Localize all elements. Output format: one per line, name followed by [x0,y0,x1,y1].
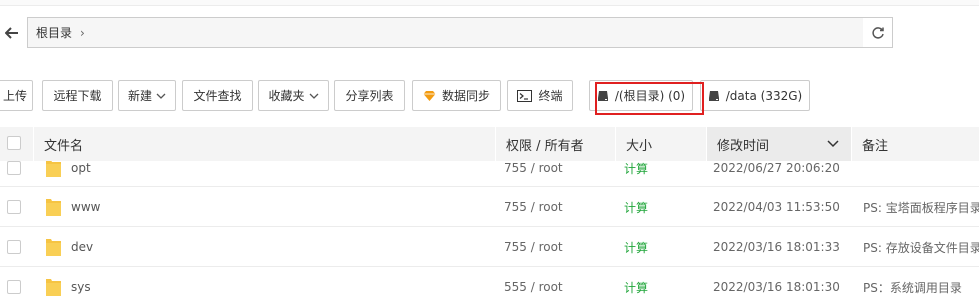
row-checkbox[interactable] [7,240,21,254]
terminal-icon [517,89,533,102]
terminal-button[interactable]: 终端 [507,80,573,111]
disk-data-label: /data (332G) [725,88,803,103]
row-permission[interactable]: 555 / root [504,267,563,297]
disk-icon [708,90,720,102]
back-button[interactable] [0,17,24,48]
row-permission[interactable]: 755 / root [504,187,563,227]
header-permission[interactable]: 权限 / 所有者 [495,127,615,161]
breadcrumb-root[interactable]: 根目录 [36,24,72,41]
path-bar[interactable]: 根目录 › [27,17,864,48]
row-size-calc[interactable]: 计算 [624,267,648,297]
header-filename[interactable]: 文件名 [33,127,495,161]
header-note-label: 备注 [862,138,889,154]
row-filename[interactable]: www [71,187,100,227]
row-size-calc[interactable]: 计算 [624,187,648,227]
terminal-label: 终端 [538,89,563,103]
row-filename[interactable]: sys [71,267,91,297]
header-size[interactable]: 大小 [615,127,706,161]
table-row[interactable]: dev 755 / root 计算 2022/03/16 18:01:33 PS… [0,227,979,267]
disk-root-label: /(根目录) (0) [614,89,686,103]
table-header: 文件名 权限 / 所有者 大小 修改时间 备注 [0,127,979,161]
favorites-label: 收藏夹 [268,89,305,103]
refresh-icon [871,26,884,39]
data-sync-button[interactable]: 数据同步 [412,80,501,111]
top-strip [0,0,979,6]
select-all-checkbox[interactable] [7,136,21,150]
remote-download-button[interactable]: 远程下载 [42,80,113,111]
chevron-down-icon [309,93,318,99]
share-list-label: 分享列表 [345,89,394,103]
table-row[interactable]: sys 555 / root 计算 2022/03/16 18:01:30 PS… [0,267,979,297]
header-mtime-label: 修改时间 [717,138,770,154]
share-list-button[interactable]: 分享列表 [334,80,405,111]
row-permission[interactable]: 755 / root [504,227,563,267]
disk-icon [597,90,609,102]
remote-download-label: 远程下载 [53,89,102,103]
file-search-label: 文件查找 [193,89,242,103]
table-row[interactable]: www 755 / root 计算 2022/04/03 11:53:50 PS… [0,187,979,227]
disk-data-button[interactable]: /data (332G) [700,80,810,111]
new-button[interactable]: 新建 [118,80,176,111]
row-checkbox[interactable] [7,280,21,294]
header-filename-label: 文件名 [44,138,84,154]
file-search-button[interactable]: 文件查找 [182,80,253,111]
row-checkbox[interactable] [7,200,21,214]
row-size-calc[interactable]: 计算 [624,227,648,267]
new-label: 新建 [127,89,152,103]
favorites-button[interactable]: 收藏夹 [258,80,329,111]
folder-icon [46,239,61,256]
folder-icon [46,199,61,216]
data-sync-label: 数据同步 [441,89,490,103]
breadcrumb-separator: › [80,25,85,40]
folder-icon [46,160,61,177]
row-checkbox[interactable] [7,161,21,175]
row-note[interactable]: PS: 宝塔面板程序目录 [863,187,979,227]
arrow-left-icon [5,26,18,39]
upload-label: 上传 [2,89,27,103]
header-note[interactable]: 备注 [851,127,979,161]
header-size-label: 大小 [626,138,653,154]
header-permission-label: 权限 / 所有者 [506,138,584,154]
upload-button[interactable]: 上传 [0,80,33,111]
row-mtime: 2022/04/03 11:53:50 [713,200,840,214]
row-note[interactable]: PS: 存放设备文件目录 [863,227,979,267]
disk-root-button[interactable]: /(根目录) (0) [589,80,693,111]
header-mtime[interactable]: 修改时间 [706,127,851,161]
chevron-down-icon [156,93,166,99]
folder-icon [46,279,61,296]
refresh-button[interactable] [863,17,893,48]
row-note[interactable]: PS：系统调用目录 [863,267,962,297]
row-mtime: 2022/03/16 18:01:30 [713,280,840,294]
row-filename[interactable]: dev [71,227,93,267]
diamond-icon [423,90,436,102]
row-mtime: 2022/03/16 18:01:33 [713,240,840,254]
chevron-down-icon [827,140,839,148]
